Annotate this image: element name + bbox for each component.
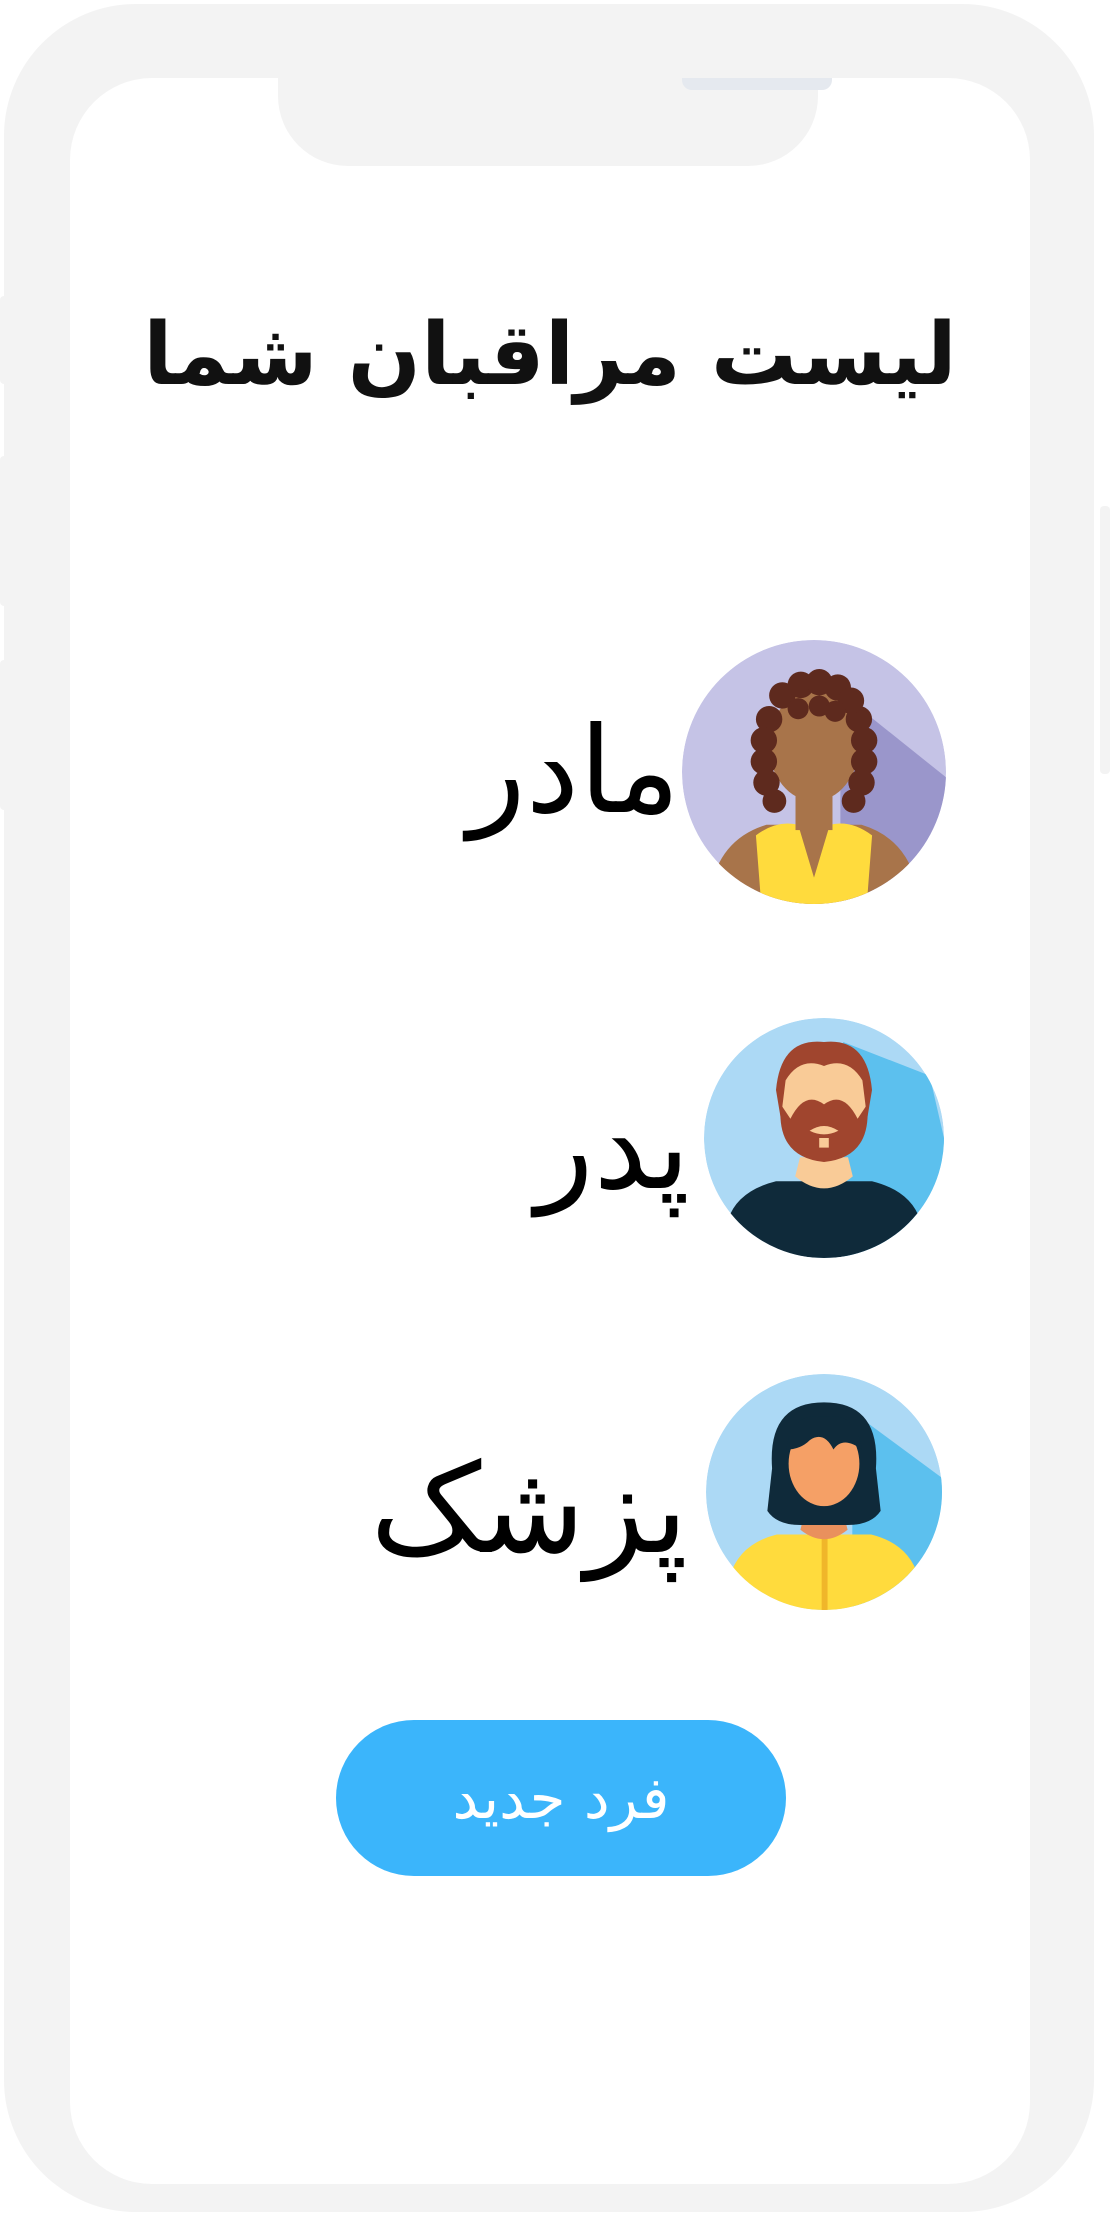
- notch: [278, 78, 832, 166]
- phone-screen: لیست مراقبان شما مادر پدر پزشک فرد جدید: [70, 78, 1030, 2184]
- caregiver-name: پزشک: [370, 1438, 688, 1582]
- side-button-left-mid: [0, 456, 8, 606]
- caregiver-name: مادر: [467, 702, 680, 841]
- side-button-left-top: [0, 296, 8, 384]
- caregiver-item-doctor[interactable]: پزشک: [240, 1298, 1020, 1610]
- add-person-button[interactable]: فرد جدید: [336, 1720, 786, 1876]
- caregiver-item-mother[interactable]: مادر: [330, 562, 1020, 904]
- woman-dark-hair-avatar-icon: [706, 1374, 942, 1610]
- side-button-left-low: [0, 660, 8, 810]
- page-title: لیست مراقبان شما: [143, 305, 957, 405]
- caregiver-name: پدر: [535, 1078, 690, 1217]
- bearded-man-avatar-icon: [704, 1018, 944, 1258]
- speaker: [682, 78, 832, 90]
- woman-curly-hair-avatar-icon: [682, 640, 946, 904]
- caregiver-item-father[interactable]: پدر: [330, 938, 1020, 1258]
- side-button-right: [1100, 506, 1110, 774]
